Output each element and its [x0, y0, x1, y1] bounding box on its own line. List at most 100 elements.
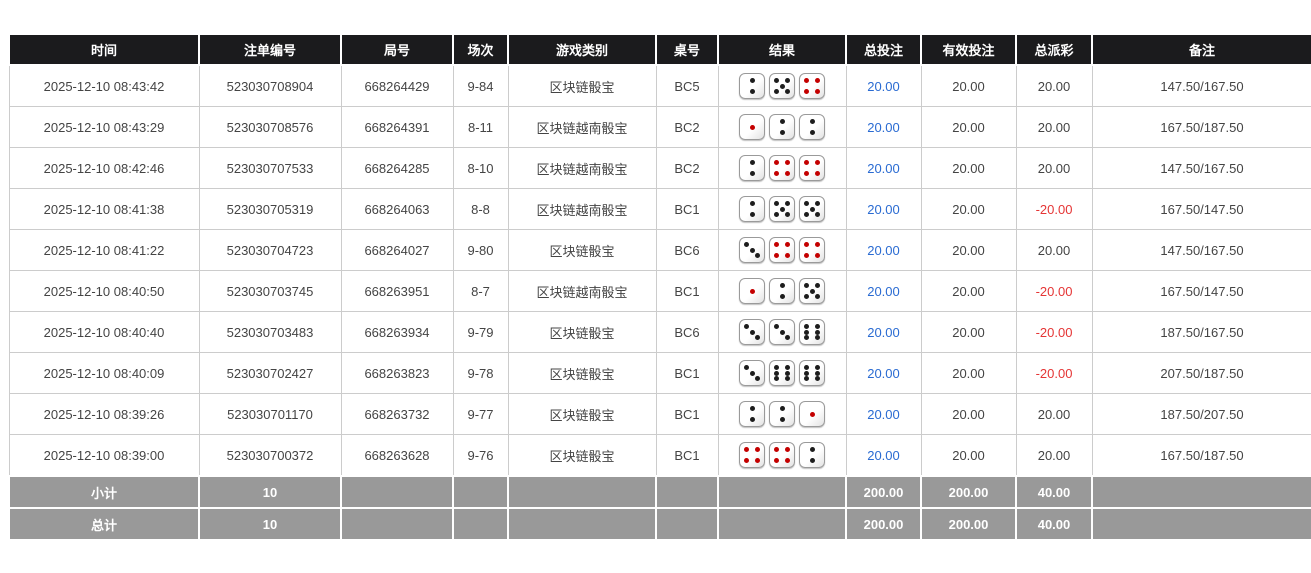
die-4-icon: [739, 442, 765, 468]
cell-payout-value: -20.00: [1035, 283, 1073, 299]
die-6-icon: [799, 360, 825, 386]
header-time: 时间: [8, 33, 200, 66]
cell-total-bet-value[interactable]: 20.00: [867, 202, 900, 217]
cell-session: 9-84: [452, 64, 509, 107]
footer-total-bet: 200.00: [845, 507, 922, 541]
cell-round-id: 668264285: [340, 147, 454, 189]
cell-dice-result: [717, 270, 847, 312]
cell-total-bet-value[interactable]: 20.00: [867, 161, 900, 176]
cell-valid-bet: 20.00: [920, 64, 1017, 107]
bet-record-row: 2025-12-10 08:40:40 523030703483 668263934…: [8, 311, 1311, 353]
dice-result-group: [739, 360, 825, 386]
footer-empty-game-type: [507, 475, 657, 509]
cell-game-type: 区块链越南骰宝: [507, 147, 657, 189]
footer-empty-session: [452, 475, 509, 509]
cell-game-type: 区块链骰宝: [507, 352, 657, 394]
cell-session: 8-11: [452, 106, 509, 148]
footer-empty-result: [717, 475, 847, 509]
dice-result-group: [739, 237, 825, 263]
cell-game-type: 区块链越南骰宝: [507, 188, 657, 230]
cell-remark: 167.50/187.50: [1091, 106, 1311, 148]
cell-dice-result: [717, 352, 847, 394]
die-2-icon: [799, 114, 825, 140]
cell-game-type: 区块链骰宝: [507, 311, 657, 353]
cell-table-no: BC2: [655, 106, 719, 148]
cell-remark: 167.50/147.50: [1091, 270, 1311, 312]
cell-time: 2025-12-10 08:41:38: [8, 188, 200, 230]
cell-game-type: 区块链骰宝: [507, 229, 657, 271]
header-remark: 备注: [1091, 33, 1311, 66]
cell-dice-result: [717, 434, 847, 477]
cell-game-type: 区块链骰宝: [507, 434, 657, 477]
cell-total-bet-value[interactable]: 20.00: [867, 407, 900, 422]
bet-record-row: 2025-12-10 08:43:29 523030708576 668264391…: [8, 106, 1311, 148]
cell-dice-result: [717, 147, 847, 189]
table-body: 2025-12-10 08:43:42 523030708904 668264429…: [8, 64, 1311, 477]
footer-valid-bet: 200.00: [920, 507, 1017, 541]
cell-total-bet-value[interactable]: 20.00: [867, 366, 900, 381]
cell-total-bet-value[interactable]: 20.00: [867, 325, 900, 340]
cell-payout: 20.00: [1015, 229, 1093, 271]
cell-total-bet-value[interactable]: 20.00: [867, 243, 900, 258]
cell-table-no: BC1: [655, 188, 719, 230]
cell-total-bet-value[interactable]: 20.00: [867, 79, 900, 94]
cell-round-id: 668263951: [340, 270, 454, 312]
cell-total-bet-value[interactable]: 20.00: [867, 448, 900, 463]
die-2-icon: [739, 401, 765, 427]
footer-payout: 40.00: [1015, 507, 1093, 541]
cell-payout-value: -20.00: [1035, 365, 1073, 381]
header-session: 场次: [452, 33, 509, 66]
cell-time: 2025-12-10 08:42:46: [8, 147, 200, 189]
cell-total-bet-value[interactable]: 20.00: [867, 120, 900, 135]
cell-game-type: 区块链越南骰宝: [507, 106, 657, 148]
die-5-icon: [769, 196, 795, 222]
cell-game-type: 区块链骰宝: [507, 64, 657, 107]
cell-total-bet: 20.00: [845, 434, 922, 477]
cell-dice-result: [717, 64, 847, 107]
dice-result-group: [739, 278, 825, 304]
cell-time: 2025-12-10 08:40:50: [8, 270, 200, 312]
die-6-icon: [769, 360, 795, 386]
cell-remark: 167.50/147.50: [1091, 188, 1311, 230]
header-bet-id: 注单编号: [198, 33, 342, 66]
table-footer: 小计 10 200.00 200.00 40.00 总计 10 200.00 200.00 40.…: [8, 475, 1311, 541]
cell-total-bet-value[interactable]: 20.00: [867, 284, 900, 299]
cell-session: 8-8: [452, 188, 509, 230]
cell-round-id: 668263823: [340, 352, 454, 394]
cell-payout: -20.00: [1015, 352, 1093, 394]
cell-total-bet: 20.00: [845, 229, 922, 271]
cell-valid-bet: 20.00: [920, 352, 1017, 394]
header-row: 时间 注单编号 局号 场次 游戏类别 桌号 结果 总投注 有效投注 总派彩 备注: [8, 33, 1311, 66]
die-5-icon: [799, 278, 825, 304]
cell-remark: 147.50/167.50: [1091, 64, 1311, 107]
die-4-icon: [769, 442, 795, 468]
footer-valid-bet: 200.00: [920, 475, 1017, 509]
cell-table-no: BC1: [655, 393, 719, 435]
bet-records-table: 时间 注单编号 局号 场次 游戏类别 桌号 结果 总投注 有效投注 总派彩 备注…: [8, 33, 1311, 541]
footer-empty-remark: [1091, 475, 1311, 509]
cell-session: 8-7: [452, 270, 509, 312]
die-4-icon: [769, 237, 795, 263]
die-6-icon: [799, 319, 825, 345]
footer-label: 小计: [8, 475, 200, 509]
header-round-id: 局号: [340, 33, 454, 66]
die-4-icon: [799, 237, 825, 263]
cell-total-bet: 20.00: [845, 188, 922, 230]
cell-total-bet: 20.00: [845, 393, 922, 435]
cell-bet-id: 523030702427: [198, 352, 342, 394]
cell-bet-id: 523030708576: [198, 106, 342, 148]
cell-bet-id: 523030703483: [198, 311, 342, 353]
header-total-bet: 总投注: [845, 33, 922, 66]
header-game-type: 游戏类别: [507, 33, 657, 66]
die-3-icon: [739, 319, 765, 345]
header-result: 结果: [717, 33, 847, 66]
cell-round-id: 668263732: [340, 393, 454, 435]
cell-total-bet: 20.00: [845, 106, 922, 148]
cell-remark: 187.50/207.50: [1091, 393, 1311, 435]
dice-result-group: [739, 114, 825, 140]
cell-table-no: BC6: [655, 229, 719, 271]
cell-session: 9-80: [452, 229, 509, 271]
grand-total-row: 总计 10 200.00 200.00 40.00: [8, 507, 1311, 541]
cell-time: 2025-12-10 08:40:09: [8, 352, 200, 394]
cell-valid-bet: 20.00: [920, 434, 1017, 477]
